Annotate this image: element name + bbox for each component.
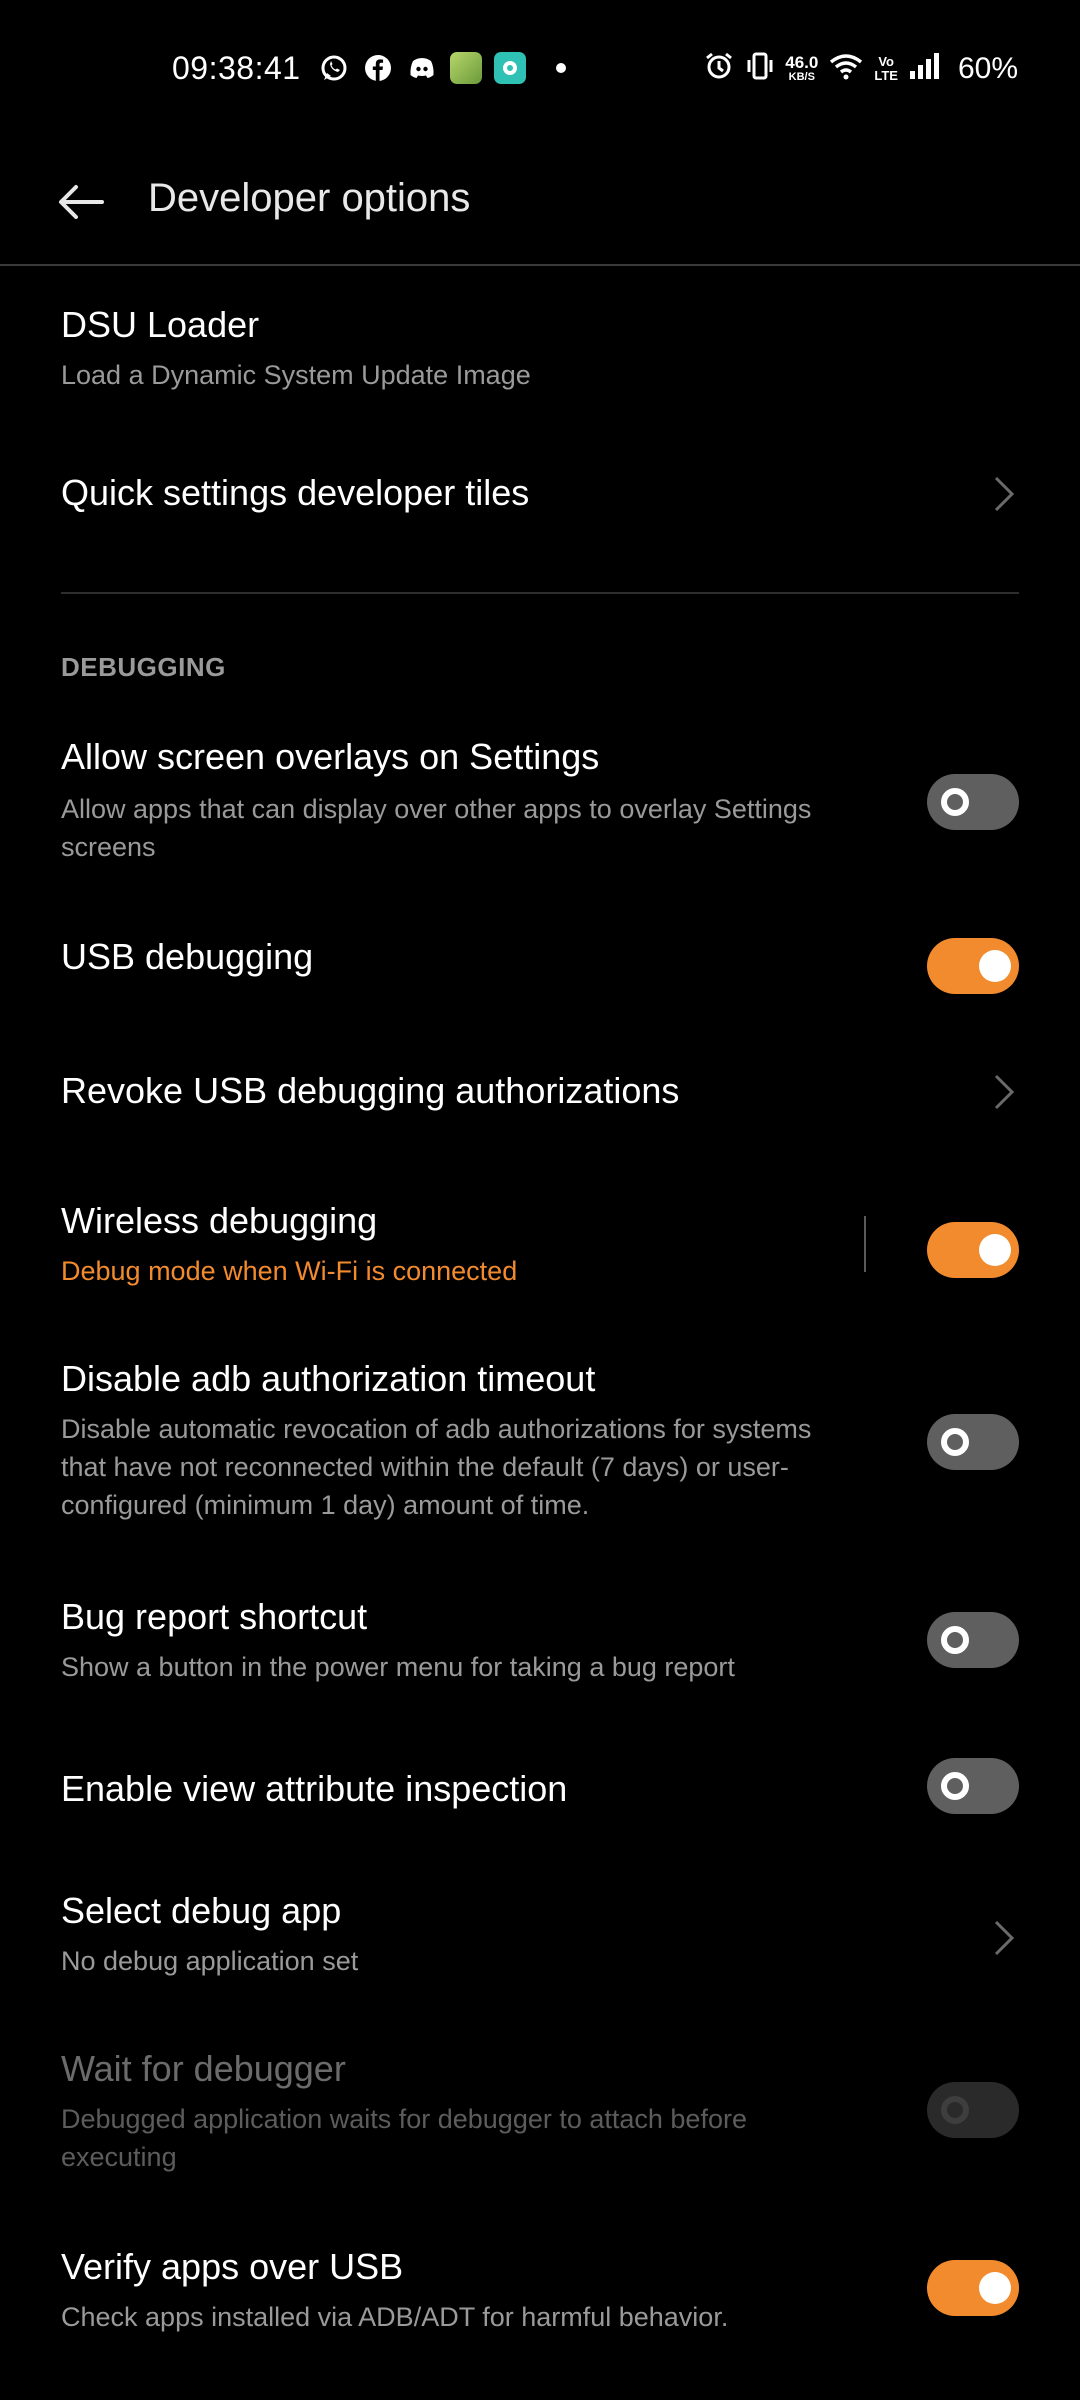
toggle-knob: [979, 1234, 1011, 1266]
status-time: 09:38:41: [172, 50, 301, 86]
vibrate-icon: [745, 50, 775, 87]
whatsapp-icon: [318, 52, 350, 84]
bug-report-item[interactable]: Bug report shortcut Show a button in the…: [0, 1576, 1080, 1716]
toggle-knob: [941, 788, 969, 816]
revoke-usb-title: Revoke USB debugging authorizations: [61, 1070, 680, 1111]
bug-report-subtitle: Show a button in the power menu for taki…: [61, 1652, 735, 1682]
game-app-icon: [450, 52, 482, 84]
dsu-loader-subtitle: Load a Dynamic System Update Image: [61, 360, 531, 390]
adb-timeout-item[interactable]: Disable adb authorization timeout Disabl…: [0, 1340, 1080, 1540]
wireless-debugging-title: Wireless debugging: [61, 1200, 378, 1241]
view-attribute-title: Enable view attribute inspection: [61, 1768, 568, 1809]
screen-overlays-subtitle: Allow apps that can display over other a…: [61, 794, 812, 862]
view-attribute-toggle[interactable]: [927, 1758, 1019, 1814]
verify-usb-item[interactable]: Verify apps over USB Check apps installe…: [0, 2238, 1080, 2378]
chevron-right-icon: [990, 1070, 1018, 1114]
chevron-right-icon: [990, 1916, 1018, 1960]
wireless-debugging-subtitle: Debug mode when Wi-Fi is connected: [61, 1256, 518, 1286]
volte-indicator: Vo LTE: [874, 53, 898, 83]
bug-report-toggle[interactable]: [927, 1612, 1019, 1668]
app-bar: Developer options: [0, 140, 1080, 264]
wireless-debugging-toggle[interactable]: [927, 1222, 1019, 1278]
verify-usb-title: Verify apps over USB: [61, 2246, 404, 2287]
more-notifications-dot: [556, 63, 566, 73]
select-debug-app-item[interactable]: Select debug app No debug application se…: [0, 1870, 1080, 2010]
bug-report-title: Bug report shortcut: [61, 1596, 368, 1637]
view-attribute-item[interactable]: Enable view attribute inspection: [0, 1728, 1080, 1848]
wait-debugger-item: Wait for debugger Debugged application w…: [0, 2028, 1080, 2208]
section-divider: [61, 592, 1019, 594]
back-arrow-icon: [59, 185, 104, 219]
usb-debugging-title: USB debugging: [61, 936, 314, 977]
wait-debugger-title: Wait for debugger: [61, 2048, 346, 2089]
network-speed: 46.0 KB/S: [785, 52, 819, 83]
page-title: Developer options: [148, 176, 471, 220]
wait-debugger-toggle: [927, 2082, 1019, 2138]
adb-timeout-title: Disable adb authorization timeout: [61, 1358, 596, 1399]
signal-icon: [908, 51, 942, 86]
toggle-knob: [941, 1772, 969, 1800]
screen-overlays-title: Allow screen overlays on Settings: [61, 736, 600, 777]
app-bar-divider: [0, 264, 1080, 266]
adb-timeout-subtitle: Disable automatic revocation of adb auth…: [61, 1414, 812, 1520]
battery-level: 60%: [957, 51, 1018, 85]
chat-app-icon: [494, 52, 526, 84]
toggle-knob: [941, 1626, 969, 1654]
screen-overlays-item[interactable]: Allow screen overlays on Settings Allow …: [0, 720, 1080, 880]
system-icons: 46.0 KB/S Vo LTE 60%: [703, 50, 1018, 87]
wait-debugger-subtitle: Debugged application waits for debugger …: [61, 2104, 747, 2172]
status-bar: 09:38:41 46.0 KB/S Vo LTE 60%: [0, 0, 1080, 140]
volte-top-label: Vo: [878, 53, 894, 69]
adb-timeout-toggle[interactable]: [927, 1414, 1019, 1470]
dsu-loader-title: DSU Loader: [61, 304, 260, 345]
notification-icons: [318, 52, 566, 84]
toggle-knob: [941, 1428, 969, 1456]
toggle-knob: [941, 2096, 969, 2124]
select-debug-app-subtitle: No debug application set: [61, 1946, 359, 1976]
revoke-usb-item[interactable]: Revoke USB debugging authorizations: [0, 1040, 1080, 1160]
wireless-debugging-item[interactable]: Wireless debugging Debug mode when Wi-Fi…: [0, 1180, 1080, 1320]
back-button[interactable]: [48, 170, 112, 234]
network-speed-value: 46.0: [785, 52, 819, 72]
usb-debugging-toggle[interactable]: [927, 938, 1019, 994]
verify-usb-subtitle: Check apps installed via ADB/ADT for har…: [61, 2302, 729, 2332]
network-speed-unit: KB/S: [788, 70, 815, 83]
alarm-icon: [703, 50, 735, 87]
select-debug-app-title: Select debug app: [61, 1890, 342, 1931]
usb-debugging-item[interactable]: USB debugging: [0, 906, 1080, 1026]
vertical-separator: [864, 1216, 866, 1272]
toggle-knob: [979, 2272, 1011, 2304]
quick-settings-tiles-title: Quick settings developer tiles: [61, 472, 530, 513]
discord-icon: [406, 52, 438, 84]
screen-overlays-toggle[interactable]: [927, 774, 1019, 830]
quick-settings-tiles-item[interactable]: Quick settings developer tiles: [0, 436, 1080, 556]
toggle-knob: [979, 950, 1011, 982]
dsu-loader-item[interactable]: DSU Loader Load a Dynamic System Update …: [0, 280, 1080, 410]
section-header-debugging: DEBUGGING: [61, 652, 226, 682]
verify-usb-toggle[interactable]: [927, 2260, 1019, 2316]
wifi-icon: [828, 50, 864, 87]
facebook-icon: [362, 52, 394, 84]
chevron-right-icon: [990, 472, 1018, 516]
volte-bottom-label: LTE: [874, 67, 898, 83]
